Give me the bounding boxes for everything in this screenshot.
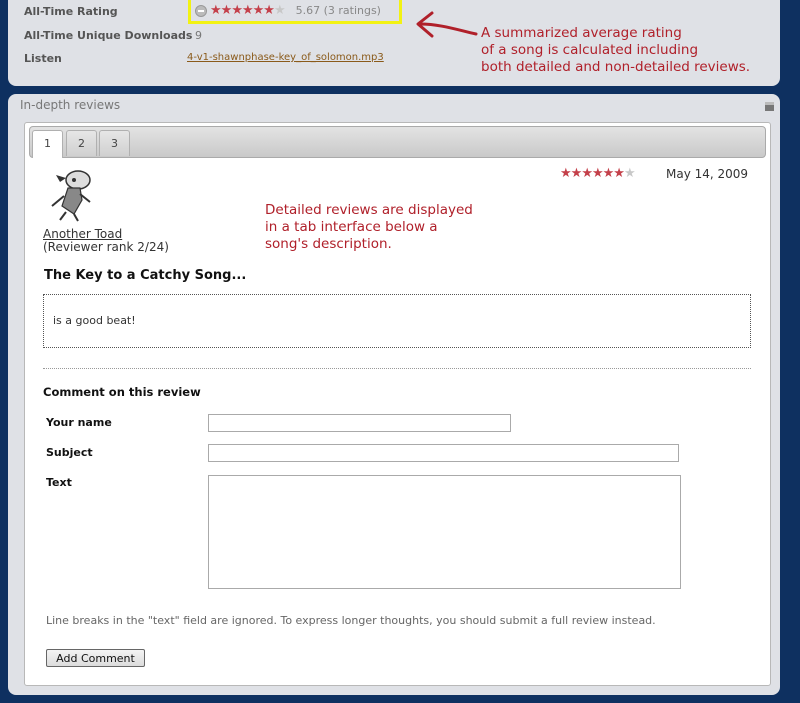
annotation-line: both detailed and non-detailed reviews.	[481, 59, 751, 75]
rating-annotation: A summarized average rating of a song is…	[481, 25, 750, 76]
annotation-line: song's description.	[265, 236, 392, 252]
star-icon: ★	[591, 166, 604, 181]
review-date: May 14, 2009	[666, 167, 749, 181]
annotation-line: A summarized average rating	[481, 25, 682, 41]
downloads-label: All-Time Unique Downloads	[24, 29, 193, 42]
reviewer-avatar[interactable]	[44, 166, 96, 222]
minimize-icon[interactable]	[765, 102, 774, 111]
star-icon: ★	[613, 166, 625, 181]
clear-rating-icon[interactable]	[195, 4, 207, 17]
overall-rating-stars[interactable]: ★ ★ ★ ★ ★ ★ ★	[210, 4, 286, 17]
reviews-panel-title: In-depth reviews	[20, 98, 121, 112]
star-icon[interactable]: ★	[253, 4, 265, 17]
review-rating-stars: ★★★★★★★	[560, 166, 636, 181]
rating-label: All-Time Rating	[24, 5, 118, 18]
annotation-arrow	[416, 11, 478, 38]
comment-heading: Comment on this review	[43, 385, 201, 399]
star-icon: ★	[602, 166, 615, 181]
name-field[interactable]	[208, 414, 511, 432]
reviews-container: 1 2 3 Another Toad (Reviewer rank 2/24) …	[24, 122, 771, 686]
star-icon[interactable]: ★	[274, 4, 286, 17]
star-icon[interactable]: ★	[210, 4, 222, 17]
star-icon[interactable]: ★	[221, 4, 233, 17]
star-icon[interactable]: ★	[263, 4, 275, 17]
star-icon: ★	[570, 166, 583, 181]
star-icon: ★	[623, 166, 636, 181]
review-tabbar: 1 2 3	[29, 126, 766, 158]
star-icon[interactable]: ★	[231, 4, 243, 17]
review-body: is a good beat!	[43, 294, 751, 348]
add-comment-button[interactable]: Add Comment	[46, 649, 145, 667]
downloads-value: 9	[195, 29, 202, 42]
text-label: Text	[46, 476, 72, 489]
tab-review-2[interactable]: 2	[66, 130, 97, 156]
rating-highlight: ★ ★ ★ ★ ★ ★ ★ 5.67 (3 ratings)	[188, 0, 402, 24]
comment-note: Line breaks in the "text" field are igno…	[46, 614, 656, 627]
star-icon: ★	[560, 166, 572, 181]
subject-field[interactable]	[208, 444, 679, 462]
star-icon: ★	[581, 166, 593, 181]
annotation-line: in a tab interface below a	[265, 219, 438, 235]
tabs-annotation: Detailed reviews are displayed in a tab …	[265, 202, 473, 253]
subject-label: Subject	[46, 446, 93, 459]
review-title: The Key to a Catchy Song...	[44, 268, 247, 283]
star-icon[interactable]: ★	[242, 4, 254, 17]
section-divider	[43, 368, 751, 369]
reviewer-name-link[interactable]: Another Toad	[43, 227, 122, 241]
annotation-line: Detailed reviews are displayed	[265, 202, 473, 218]
listen-label: Listen	[24, 52, 62, 65]
text-field[interactable]	[208, 475, 681, 589]
annotation-line: of a song is calculated including	[481, 42, 699, 58]
tab-review-3[interactable]: 3	[99, 130, 130, 156]
tab-review-1[interactable]: 1	[32, 130, 63, 158]
listen-file-link[interactable]: 4-v1-shawnphase-key_of_solomon.mp3	[187, 52, 384, 63]
reviews-panel: In-depth reviews 1 2 3 Another Toad (Rev…	[8, 94, 780, 695]
name-label: Your name	[46, 416, 112, 429]
reviewer-rank: (Reviewer rank 2/24)	[43, 240, 169, 254]
rating-value: 5.67 (3 ratings)	[295, 4, 381, 17]
review-body-text: is a good beat!	[53, 314, 136, 327]
